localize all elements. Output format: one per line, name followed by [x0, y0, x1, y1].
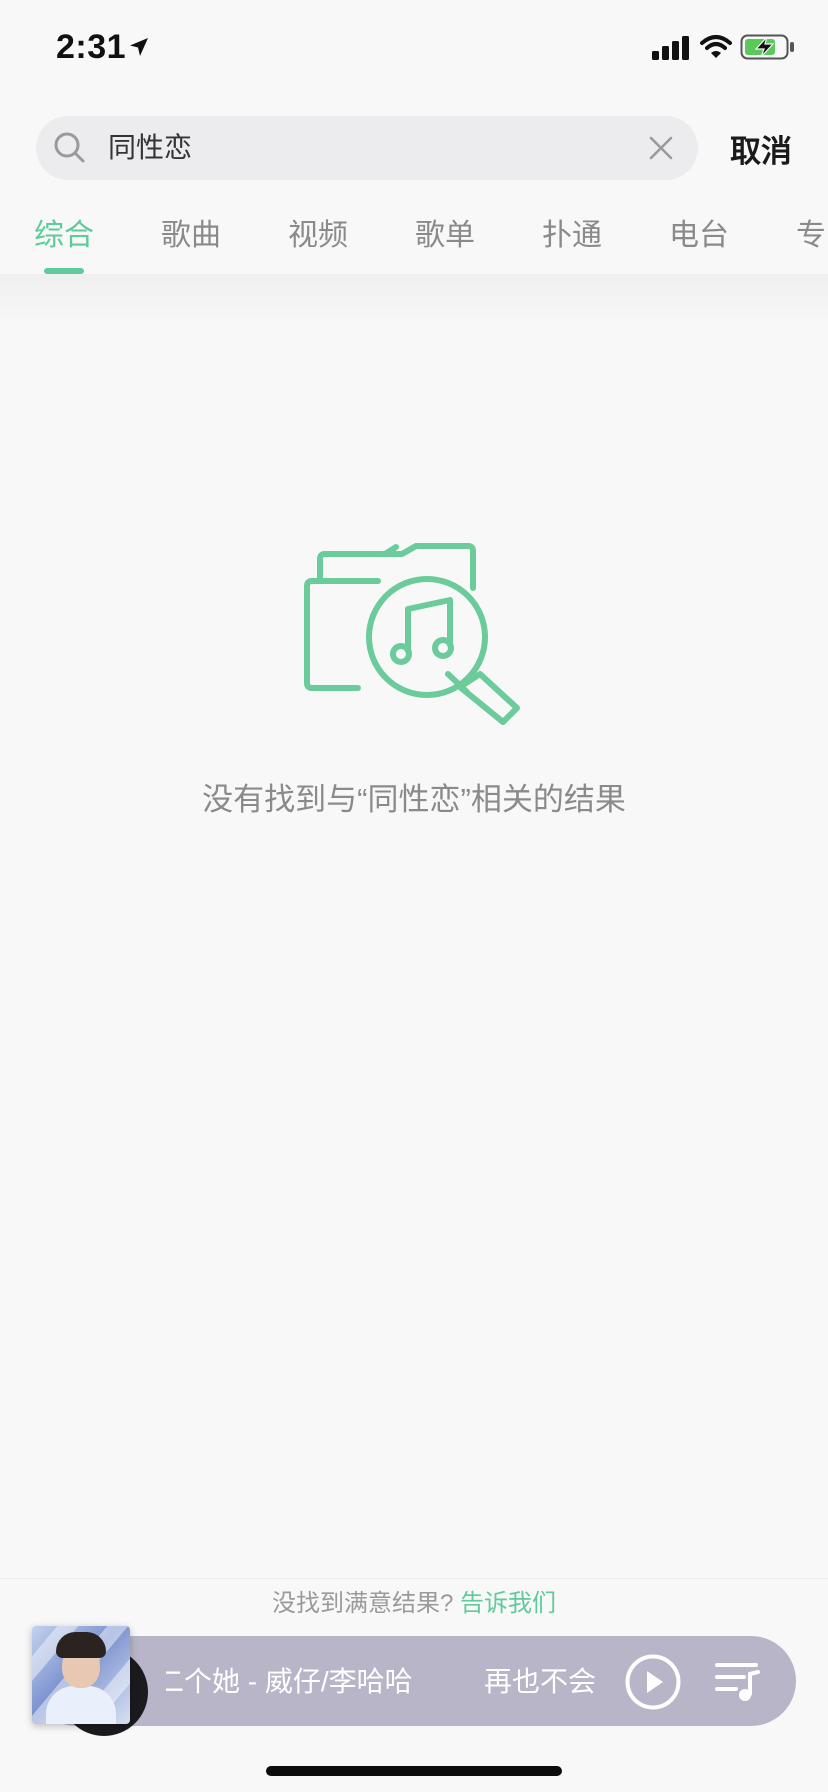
- now-playing-title[interactable]: 二个她 - 威仔/李哈哈: [166, 1660, 424, 1704]
- home-indicator: [266, 1766, 562, 1776]
- tab-putong[interactable]: 扑通: [542, 210, 602, 254]
- cellular-signal-icon: [652, 36, 690, 65]
- tab-albums[interactable]: 专: [796, 210, 826, 254]
- tab-videos[interactable]: 视频: [288, 210, 348, 254]
- album-cover[interactable]: [32, 1626, 130, 1724]
- search-field-container[interactable]: [36, 116, 698, 180]
- search-result-tabs: 综合 歌曲 视频 歌单 扑通 电台 专: [0, 206, 828, 274]
- status-time: 2:31: [56, 28, 127, 66]
- tab-playlists[interactable]: 歌单: [415, 210, 475, 254]
- feedback-bar: 没找到满意结果? 告诉我们: [0, 1578, 828, 1629]
- next-song-title: 再也不会: [484, 1666, 596, 1697]
- tab-radio[interactable]: 电台: [669, 210, 729, 254]
- tab-songs[interactable]: 歌曲: [161, 210, 221, 254]
- tabs-divider-shadow: [0, 274, 828, 324]
- empty-result-message: 没有找到与“同性恋”相关的结果: [202, 782, 626, 817]
- location-arrow-icon: [128, 36, 150, 63]
- album-cover-figure-hair: [56, 1632, 106, 1658]
- playlist-icon[interactable]: [714, 1660, 760, 1709]
- album-cover-figure-shirt: [46, 1686, 116, 1724]
- feedback-link[interactable]: 告诉我们: [460, 1590, 556, 1617]
- wifi-icon: [700, 34, 732, 65]
- feedback-prompt: 没找到满意结果?: [271, 1590, 454, 1617]
- tab-comprehensive[interactable]: 综合: [34, 210, 94, 254]
- play-button-icon[interactable]: [624, 1653, 682, 1716]
- search-input[interactable]: [108, 116, 608, 180]
- clear-search-icon[interactable]: [648, 135, 674, 166]
- folder-music-search-icon: [300, 540, 530, 735]
- battery-charging-icon: [740, 34, 796, 65]
- search-bar: 取消: [0, 100, 828, 190]
- search-icon: [52, 130, 88, 171]
- cancel-button[interactable]: 取消: [730, 126, 792, 171]
- status-bar: 2:31: [0, 0, 828, 100]
- now-playing-text: 二个她 - 威仔/李哈哈: [166, 1666, 413, 1697]
